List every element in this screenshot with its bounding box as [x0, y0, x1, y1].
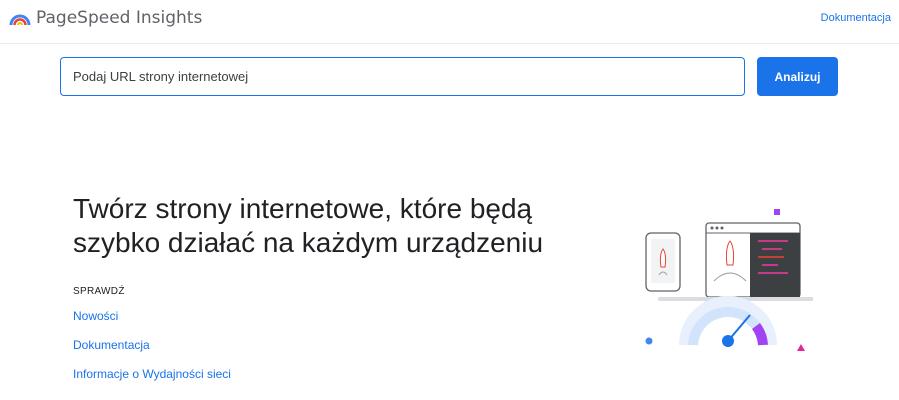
- phone-illustration: [645, 232, 681, 292]
- pink-triangle-accent: [797, 344, 805, 351]
- documentation-link[interactable]: Dokumentacja: [73, 338, 150, 352]
- web-performance-info-link[interactable]: Informacje o Wydajności sieci: [73, 367, 231, 381]
- blue-dot-accent: [645, 337, 653, 345]
- purple-square-accent: [774, 209, 780, 215]
- news-link[interactable]: Nowości: [73, 309, 118, 323]
- docs-header-link[interactable]: Dokumentacja: [821, 12, 891, 24]
- app-title[interactable]: PageSpeed Insights: [36, 8, 202, 28]
- hero-title-line-1: Twórz strony internetowe, które będą: [73, 193, 533, 224]
- browser-window-illustration: [658, 222, 813, 301]
- pagespeed-logo-icon[interactable]: [9, 9, 31, 29]
- top-header: PageSpeed Insights Dokumentacja: [0, 0, 899, 44]
- speed-gauge-illustration: [679, 296, 777, 347]
- analyze-button[interactable]: Analizuj: [757, 57, 838, 96]
- devices-rocket-gauge-illustration: [645, 209, 813, 351]
- url-input[interactable]: [60, 57, 745, 96]
- hero-title: Twórz strony internetowe, które będą szy…: [73, 192, 593, 260]
- hero-title-line-2: szybko działać na każdym urządzeniu: [73, 227, 544, 258]
- section-label: SPRAWDŹ: [73, 286, 125, 297]
